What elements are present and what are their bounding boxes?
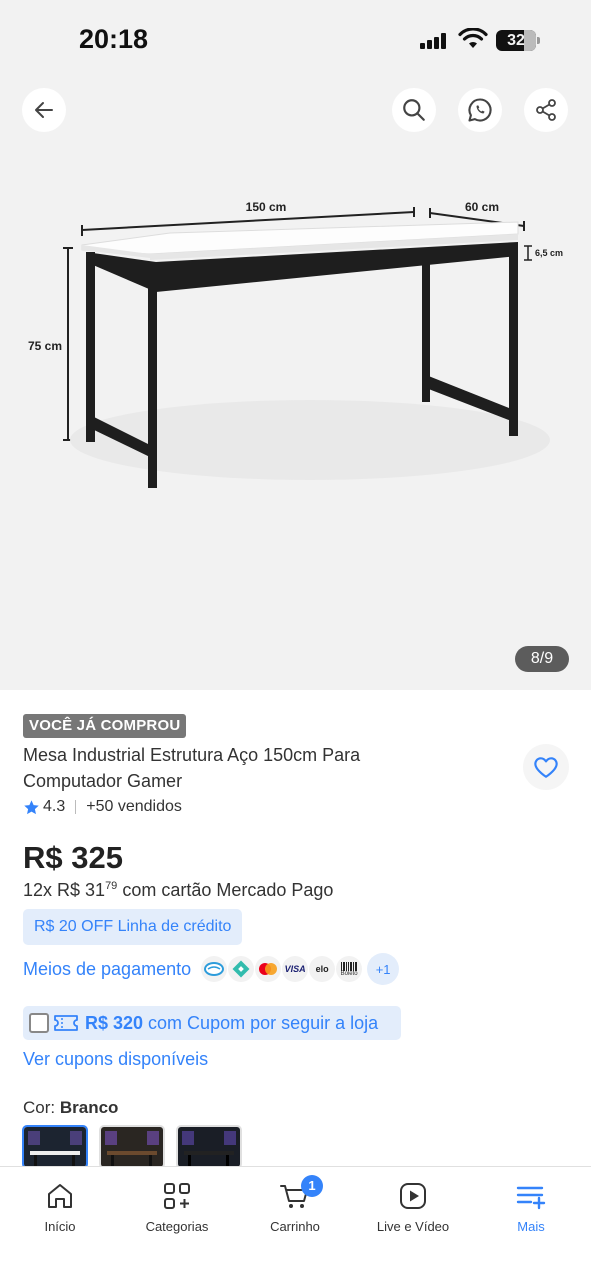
whatsapp-share-button[interactable] [458, 88, 502, 132]
installments-suffix: com cartão Mercado Pago [122, 880, 334, 900]
cellular-signal-icon [420, 33, 448, 49]
color-value: Branco [59, 1098, 119, 1117]
arrow-left-icon [35, 102, 53, 118]
credit-offer-pill[interactable]: R$ 20 OFF Linha de crédito [23, 909, 243, 945]
nav-home-label: Início [44, 1219, 76, 1234]
rating-row[interactable]: 4.3 +50 vendidos [23, 796, 182, 818]
bottom-navigation: Início Categorias 1 Carrinho Live e Víde… [0, 1166, 591, 1280]
coupon-amount: R$ 320 [85, 1012, 144, 1033]
product-gallery[interactable]: 150 cm 60 cm 6,5 cm 75 cm 8/9 [0, 0, 591, 690]
installments-cents: 79 [105, 880, 118, 892]
search-button[interactable] [392, 88, 436, 132]
product-title: Mesa Industrial Estrutura Aço 150cm Para… [23, 745, 361, 791]
coupon-box[interactable]: R$ 320 com Cupom por seguir a loja [23, 1006, 401, 1040]
installments: 12x R$ 3179 com cartão Mercado Pago [23, 880, 333, 901]
pix-icon [228, 956, 255, 982]
more-payment-methods-badge[interactable]: +1 [367, 953, 400, 985]
sold-count: +50 vendidos [86, 798, 182, 815]
boleto-icon: Boleto [336, 956, 363, 982]
share-button[interactable] [524, 88, 568, 132]
search-icon [403, 99, 425, 121]
play-icon [400, 1183, 426, 1209]
color-label-prefix: Cor: [23, 1098, 56, 1117]
product-image[interactable]: 150 cm 60 cm 6,5 cm 75 cm [0, 180, 591, 510]
nav-categories-label: Categorias [145, 1219, 209, 1234]
menu-plus-icon [516, 1186, 546, 1210]
color-option-thumbnail[interactable] [176, 1125, 242, 1169]
nav-cart[interactable]: 1 Carrinho [240, 1175, 350, 1234]
mastercard-icon [255, 956, 282, 982]
status-bar: 20:18 32 [0, 0, 591, 80]
coupon-text: com Cupom por seguir a loja [148, 1012, 379, 1033]
payment-methods-row[interactable]: Meios de pagamento VISA elo Boleto +1 [23, 952, 400, 986]
color-option-thumbnail[interactable] [99, 1125, 165, 1169]
nav-more-label: Mais [517, 1219, 545, 1234]
color-label: Cor: Branco [23, 1098, 118, 1118]
already-bought-badge: VOCÊ JÁ COMPROU [23, 714, 187, 738]
dimension-depth-label: 60 cm [465, 200, 499, 214]
visa-icon: VISA [282, 956, 309, 982]
installments-prefix: 12x R$ 31 [23, 880, 106, 900]
battery-icon: 32 [496, 30, 540, 51]
nav-live-video[interactable]: Live e Vídeo [358, 1179, 468, 1234]
divider [75, 800, 77, 814]
home-icon [48, 1184, 72, 1208]
price: R$ 325 [23, 840, 123, 875]
mercado-pago-icon [201, 956, 228, 982]
color-option-thumbnail[interactable] [22, 1125, 88, 1169]
nav-categories[interactable]: Categorias [122, 1179, 232, 1234]
share-icon [536, 99, 556, 121]
nav-home[interactable]: Início [5, 1179, 115, 1234]
categories-icon [164, 1183, 190, 1209]
image-counter: 8/9 [515, 646, 569, 672]
nav-live-video-label: Live e Vídeo [376, 1219, 450, 1234]
back-button[interactable] [22, 88, 66, 132]
payment-methods-link[interactable]: Meios de pagamento [23, 959, 191, 980]
dimension-height-label: 75 cm [28, 339, 62, 353]
heart-icon [534, 757, 558, 778]
rating-value: 4.3 [43, 798, 66, 815]
nav-more[interactable]: Mais [476, 1179, 586, 1234]
cart-count-badge: 1 [301, 1175, 323, 1197]
nav-cart-label: Carrinho [270, 1219, 320, 1234]
see-coupons-link[interactable]: Ver cupons disponíveis [23, 1049, 208, 1070]
dimension-thickness-label: 6,5 cm [535, 248, 563, 258]
favorite-button[interactable] [523, 744, 569, 790]
boleto-label: Boleto [340, 970, 358, 977]
dimension-width-label: 150 cm [246, 200, 287, 214]
battery-level: 32 [507, 32, 525, 49]
elo-icon: elo [309, 956, 336, 982]
wifi-icon [458, 28, 488, 48]
star-icon [24, 799, 39, 814]
visa-label: VISA [284, 964, 306, 974]
whatsapp-icon [468, 98, 492, 122]
product-details: VOCÊ JÁ COMPROU Mesa Industrial Estrutur… [0, 690, 591, 1169]
elo-label: elo [315, 964, 329, 974]
coupon-checkbox[interactable] [29, 1013, 49, 1033]
status-time: 20:18 [79, 24, 149, 54]
ticket-icon [54, 1015, 78, 1031]
